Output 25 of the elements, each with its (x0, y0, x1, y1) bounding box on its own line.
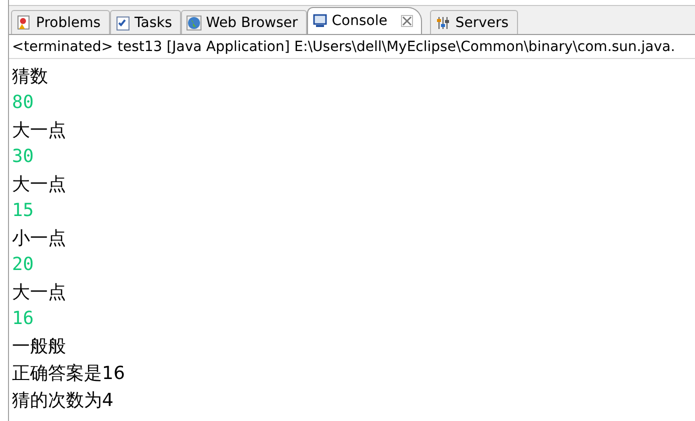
console-output-line: 一般般 (12, 334, 67, 358)
view-tab[interactable]: Servers (430, 10, 518, 34)
console-output-line: 猜的次数为4 (12, 388, 114, 412)
console-header: <terminated> test13 [Java Application] E:\Users\dell\MyEclipse\Common\binary\com.sun.java. (9, 34, 695, 59)
view-tab[interactable]: Console (306, 7, 422, 34)
globe-icon (186, 14, 202, 30)
close-icon[interactable] (401, 15, 414, 27)
view-tab[interactable]: Web Browser (181, 10, 307, 34)
view-tab[interactable]: Problems (11, 10, 110, 34)
console-input-line: 16 (12, 307, 35, 331)
sliders-icon (435, 14, 452, 30)
warning-icon (16, 14, 32, 30)
console-output-line: 大一点 (12, 280, 67, 304)
console-input-line: 80 (12, 91, 35, 115)
monitor-icon (312, 13, 328, 29)
view-tab[interactable]: Tasks (110, 10, 182, 34)
console-output-line: 小一点 (12, 226, 67, 250)
clipboard-icon (114, 14, 131, 30)
console-input-line: 30 (12, 145, 35, 169)
console-input-line: 15 (12, 199, 35, 223)
console-output-line: 猜数 (12, 64, 49, 88)
console-output-line: 正确答案是16 (12, 362, 126, 386)
console-output-line: 大一点 (12, 118, 67, 142)
console-input-line: 20 (12, 253, 35, 277)
console-output-line: 大一点 (12, 172, 67, 196)
